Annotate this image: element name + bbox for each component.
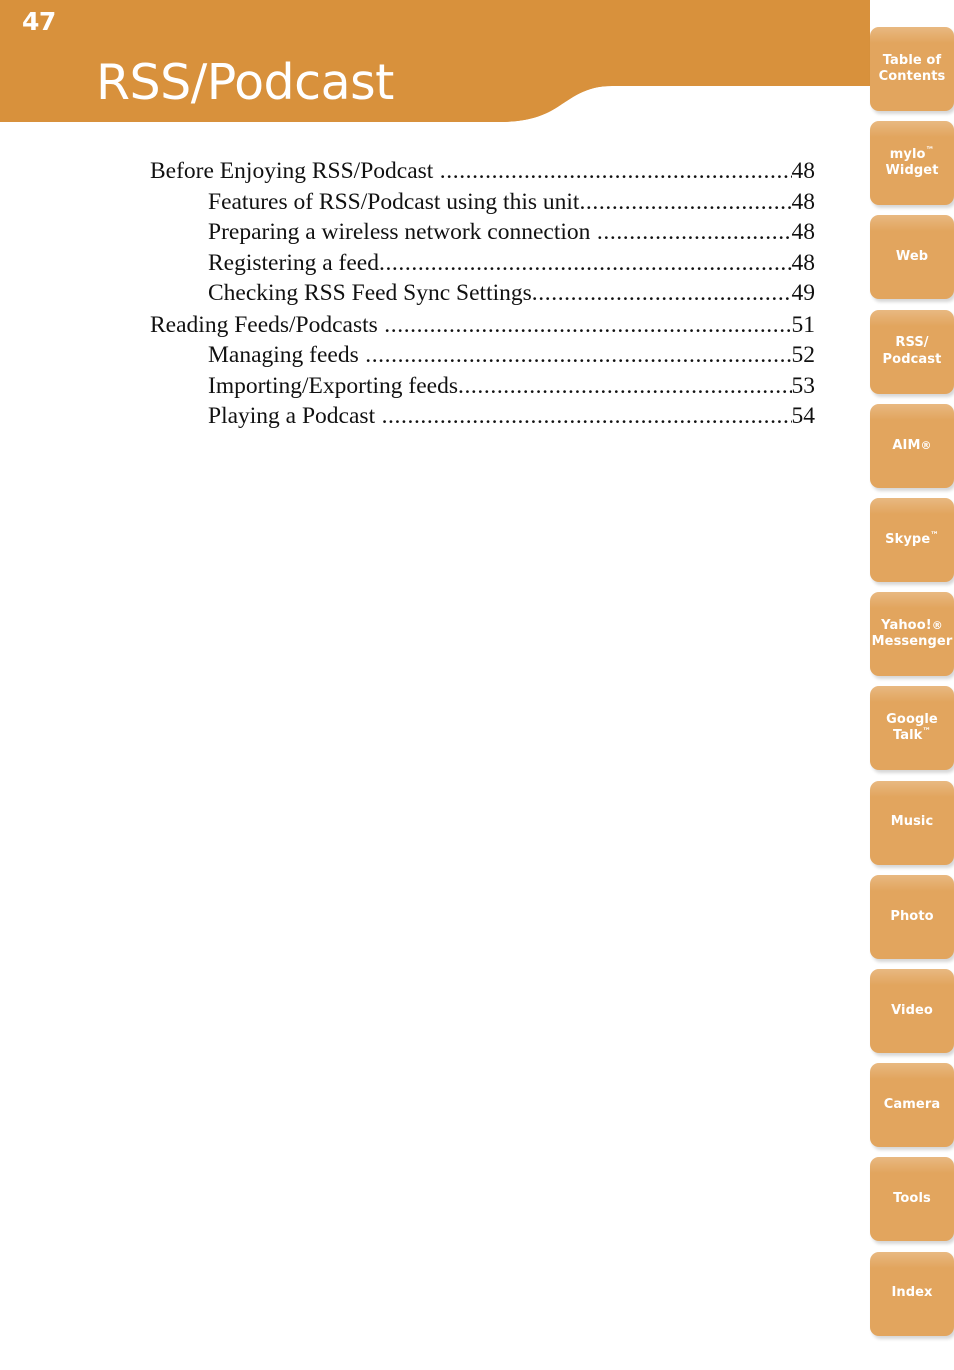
tab-yahoo-messenger[interactable]: Yahoo!® Messenger [870,592,954,677]
tab-label: Camera [883,1097,941,1113]
toc-leader-dots: ........................................… [384,313,791,337]
tab-label: Google Talk™ [886,712,938,744]
toc-entry-page-number: 48 [791,158,816,184]
tab-music[interactable]: Music [870,780,954,865]
toc-entry-page-number: 51 [791,311,816,338]
toc-entry-label: Managing feeds [208,342,359,368]
toc-entry[interactable]: Managing feeds..........................… [150,342,816,368]
toc-entry-page-number: 52 [791,342,816,368]
tab-label: mylo™ Widget [885,145,939,179]
tab-video[interactable]: Video [870,969,954,1053]
toc-leader-dots: ........................................… [531,282,792,306]
tab-label: RSS/Podcast [882,335,942,367]
toc-entry[interactable]: Importing/Exporting feeds...............… [150,372,816,399]
toc-leader-dots: ........................................… [596,221,792,245]
tab-label: Tools [893,1191,931,1207]
tab-photo[interactable]: Photo [870,874,954,959]
tab-camera[interactable]: Camera [870,1063,954,1148]
tab-label: Photo [890,908,934,924]
tab-tools[interactable]: Tools [870,1157,954,1242]
tab-google-talk[interactable]: Google Talk™ [870,686,954,771]
tab-rss-podcast[interactable]: RSS/Podcast [870,309,954,394]
toc-entry-page-number: 48 [791,219,816,245]
tab-label: Skype™ [885,530,939,547]
table-of-contents-list: Before Enjoying RSS/Podcast.............… [150,158,816,436]
toc-entry[interactable]: Registering a feed......................… [150,249,816,276]
toc-entry[interactable]: Features of RSS/Podcast using this unit.… [150,188,816,215]
tab-table-of-contents[interactable]: Table of Contents [870,27,954,111]
section-tab-rail: Table of Contents mylo™ Widget Web RSS/Podcas… [864,0,954,1370]
toc-leader-dots: ........................................… [381,405,792,429]
tab-label: Music [890,814,934,830]
tab-web[interactable]: Web [870,215,954,300]
tab-label: Table of Contents [878,52,946,84]
toc-entry[interactable]: Checking RSS Feed Sync Settings.........… [150,280,816,306]
toc-entry-label: Reading Feeds/Podcasts [150,311,378,338]
toc-leader-dots: ........................................… [579,190,791,214]
tab-label: Video [891,1002,933,1018]
toc-entry-label: Features of RSS/Podcast using this unit [208,188,580,215]
toc-entry-page-number: 53 [791,372,816,399]
tab-label: Web [895,249,929,265]
toc-entry-label: Registering a feed [208,249,379,276]
toc-leader-dots: ........................................… [378,251,792,275]
page-title: RSS/Podcast [96,53,394,111]
page-number: 47 [22,7,56,36]
toc-entry-label: Playing a Podcast [208,403,376,429]
toc-entry-page-number: 49 [791,280,816,306]
toc-entry-label: Preparing a wireless network connection [208,219,591,245]
tab-aim[interactable]: AIM® [870,403,954,488]
toc-entry-page-number: 54 [791,403,816,429]
toc-entry[interactable]: Before Enjoying RSS/Podcast.............… [150,158,816,184]
tab-mylo-widget[interactable]: mylo™ Widget [870,121,954,206]
toc-entry-label: Importing/Exporting feeds [208,372,458,399]
toc-leader-dots: ........................................… [457,374,792,398]
toc-entry-label: Before Enjoying RSS/Podcast [150,158,434,184]
tab-label: Yahoo!® Messenger [871,617,953,650]
toc-entry[interactable]: Preparing a wireless network connection.… [150,219,816,245]
tab-label: AIM® [892,437,932,453]
tab-skype[interactable]: Skype™ [870,498,954,582]
tab-label: Index [891,1285,933,1301]
toc-entry[interactable]: Playing a Podcast.......................… [150,403,816,429]
manual-page: 47 RSS/Podcast Before Enjoying RSS/Podca… [0,0,954,1370]
toc-leader-dots: ........................................… [439,160,792,184]
tab-index[interactable]: Index [870,1251,954,1336]
toc-leader-dots: ........................................… [365,344,792,368]
toc-entry-page-number: 48 [791,188,816,215]
toc-entry-page-number: 48 [791,249,816,276]
toc-entry-label: Checking RSS Feed Sync Settings [208,280,532,306]
toc-entry[interactable]: Reading Feeds/Podcasts..................… [150,311,816,338]
